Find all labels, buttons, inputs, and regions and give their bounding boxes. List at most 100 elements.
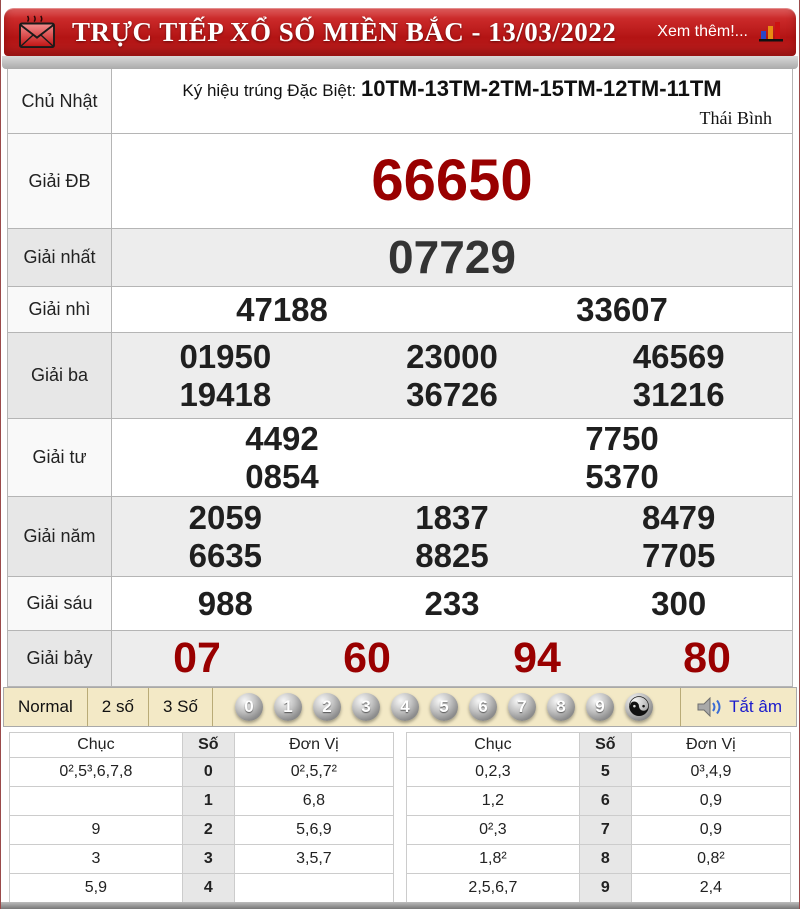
special-code-value: 10TM-13TM-2TM-15TM-12TM-11TM bbox=[361, 75, 722, 101]
col-header-units: Đơn Vị bbox=[233, 732, 395, 758]
tens-cell: 3 bbox=[9, 844, 183, 874]
tens-cell: 0,2,3 bbox=[406, 757, 580, 787]
digit-button-0[interactable]: 0 bbox=[234, 693, 263, 721]
prize-label: Giải năm bbox=[8, 497, 112, 576]
header-bar: TRỰC TIẾP XỔ SỐ MIỀN BẮC - 13/03/2022 Xe… bbox=[4, 8, 796, 56]
prize-number: 7705 bbox=[641, 536, 716, 574]
mode-normal[interactable]: Normal bbox=[4, 688, 88, 726]
prize-number: 33607 bbox=[576, 290, 668, 328]
digit-button-8[interactable]: 8 bbox=[546, 693, 575, 721]
table-row: 2,5,6,7 9 2,4 bbox=[406, 873, 792, 903]
page-title: TRỰC TIẾP XỔ SỐ MIỀN BẮC - 13/03/2022 bbox=[72, 16, 617, 47]
table-row: 1 6,8 bbox=[9, 786, 395, 816]
table-row: 5,9 4 bbox=[9, 873, 395, 903]
units-cell: 0²,5,7² bbox=[233, 757, 395, 787]
col-header-tens: Chục bbox=[406, 732, 580, 758]
table-row: 0²,5³,6,7,8 0 0²,5,7² bbox=[9, 757, 395, 787]
units-cell bbox=[233, 873, 395, 903]
digit-button-4[interactable]: 4 bbox=[390, 693, 419, 721]
prize-label: Giải nhì bbox=[8, 287, 112, 332]
envelope-icon bbox=[16, 15, 58, 49]
digit-button-7[interactable]: 7 bbox=[507, 693, 536, 721]
prize-row-special: Giải ĐB 66650 bbox=[8, 133, 792, 228]
units-cell: 0³,4,9 bbox=[630, 757, 792, 787]
units-cell: 6,8 bbox=[233, 786, 395, 816]
units-cell: 0,9 bbox=[630, 786, 792, 816]
prize-number: 94 bbox=[513, 633, 561, 682]
table-row: 9 2 5,6,9 bbox=[9, 815, 395, 845]
digit-cell: 6 bbox=[578, 786, 632, 816]
speaker-icon bbox=[697, 697, 723, 717]
prize-row-first: Giải nhất 07729 bbox=[8, 228, 792, 286]
prize-number: 31216 bbox=[632, 375, 725, 413]
province-name: Thái Bình bbox=[699, 107, 773, 128]
digit-button-2[interactable]: 2 bbox=[312, 693, 341, 721]
table-row: 3 3 3,5,7 bbox=[9, 844, 395, 874]
special-code-label: Ký hiệu trúng Đặc Biệt: bbox=[182, 80, 357, 100]
table-row: 0,2,3 5 0³,4,9 bbox=[406, 757, 792, 787]
tens-cell: 2,5,6,7 bbox=[406, 873, 580, 903]
digit-buttons: 0 1 2 3 4 5 6 7 8 9 ☯ bbox=[234, 692, 653, 722]
col-header-digit: Số bbox=[181, 732, 235, 758]
digit-button-5[interactable]: 5 bbox=[429, 693, 458, 721]
table-row: 0²,3 7 0,9 bbox=[406, 815, 792, 845]
lottery-widget: TRỰC TIẾP XỔ SỐ MIỀN BẮC - 13/03/2022 Xe… bbox=[0, 0, 800, 909]
units-cell: 2,4 bbox=[630, 873, 792, 903]
tens-cell: 5,9 bbox=[9, 873, 183, 903]
prize-row-third: Giải ba 01950 23000 46569 19418 36726 31… bbox=[8, 332, 792, 418]
prize-number: 2059 bbox=[188, 498, 263, 536]
tens-cell: 1,8² bbox=[406, 844, 580, 874]
prize-number: 5370 bbox=[585, 457, 659, 495]
digit-button-6[interactable]: 6 bbox=[468, 693, 497, 721]
special-code-line: Ký hiệu trúng Đặc Biệt: 10TM-13TM-2TM-15… bbox=[112, 74, 792, 102]
prize-number: 0854 bbox=[245, 457, 319, 495]
prize-label: Giải bảy bbox=[8, 631, 112, 686]
prize-number: 8825 bbox=[415, 536, 489, 574]
units-cell: 5,6,9 bbox=[233, 815, 395, 845]
results-table: Chủ Nhật Ký hiệu trúng Đặc Biệt: 10TM-13… bbox=[7, 69, 793, 687]
prize-number: 01950 bbox=[179, 337, 272, 375]
prize-row-seventh: Giải bảy 07 60 94 80 bbox=[8, 630, 792, 686]
digit-button-3[interactable]: 3 bbox=[351, 693, 380, 721]
prize-label: Giải sáu bbox=[8, 577, 112, 630]
table-header-row: Chục Số Đơn Vị bbox=[406, 732, 792, 758]
tens-cell bbox=[9, 786, 183, 816]
prize-label: Giải tư bbox=[8, 419, 112, 496]
prize-number: 36726 bbox=[406, 375, 498, 413]
prize-row-fifth: Giải năm 2059 1837 8479 6635 8825 7705 bbox=[8, 496, 792, 576]
digit-cell: 7 bbox=[578, 815, 632, 845]
prize-label: Giải nhất bbox=[8, 229, 112, 286]
prize-label: Giải ĐB bbox=[8, 134, 112, 228]
digit-button-9[interactable]: 9 bbox=[585, 693, 614, 721]
bottom-divider bbox=[1, 902, 799, 909]
prize-number: 7750 bbox=[585, 419, 659, 457]
yin-yang-icon[interactable]: ☯ bbox=[624, 692, 653, 722]
prize-number: 1837 bbox=[415, 498, 489, 536]
mode-2-digits[interactable]: 2 số bbox=[88, 688, 149, 726]
table-header-row: Chục Số Đơn Vị bbox=[9, 732, 395, 758]
prize-number: 4492 bbox=[245, 419, 319, 457]
digit-button-1[interactable]: 1 bbox=[273, 693, 302, 721]
bar-chart-icon[interactable] bbox=[758, 21, 784, 43]
digit-cell: 5 bbox=[578, 757, 632, 787]
mute-label: Tắt âm bbox=[729, 697, 782, 716]
toolbar: Normal 2 số 3 Số 0 1 2 3 4 5 6 7 8 9 ☯ T bbox=[3, 687, 797, 727]
prize-label: Giải ba bbox=[8, 333, 112, 418]
col-header-tens: Chục bbox=[9, 732, 183, 758]
digit-cell: 1 bbox=[181, 786, 235, 816]
see-more-link[interactable]: Xem thêm!... bbox=[657, 23, 748, 41]
tens-cell: 1,2 bbox=[406, 786, 580, 816]
digit-stats: Chục Số Đơn Vị 0²,5³,6,7,8 0 0²,5,7² 1 6… bbox=[9, 732, 792, 903]
digit-cell: 8 bbox=[578, 844, 632, 874]
units-cell: 3,5,7 bbox=[233, 844, 395, 874]
table-row: 1,8² 8 0,8² bbox=[406, 844, 792, 874]
digit-cell: 0 bbox=[181, 757, 235, 787]
prize-number: 8479 bbox=[641, 498, 716, 536]
prize-number: 07 bbox=[173, 633, 221, 682]
prize-number: 07729 bbox=[388, 231, 516, 284]
units-cell: 0,8² bbox=[630, 844, 792, 874]
digit-cell: 9 bbox=[578, 873, 632, 903]
mute-button[interactable]: Tắt âm bbox=[680, 688, 796, 726]
prize-number: 47188 bbox=[236, 290, 328, 328]
mode-3-digits[interactable]: 3 Số bbox=[149, 688, 213, 726]
